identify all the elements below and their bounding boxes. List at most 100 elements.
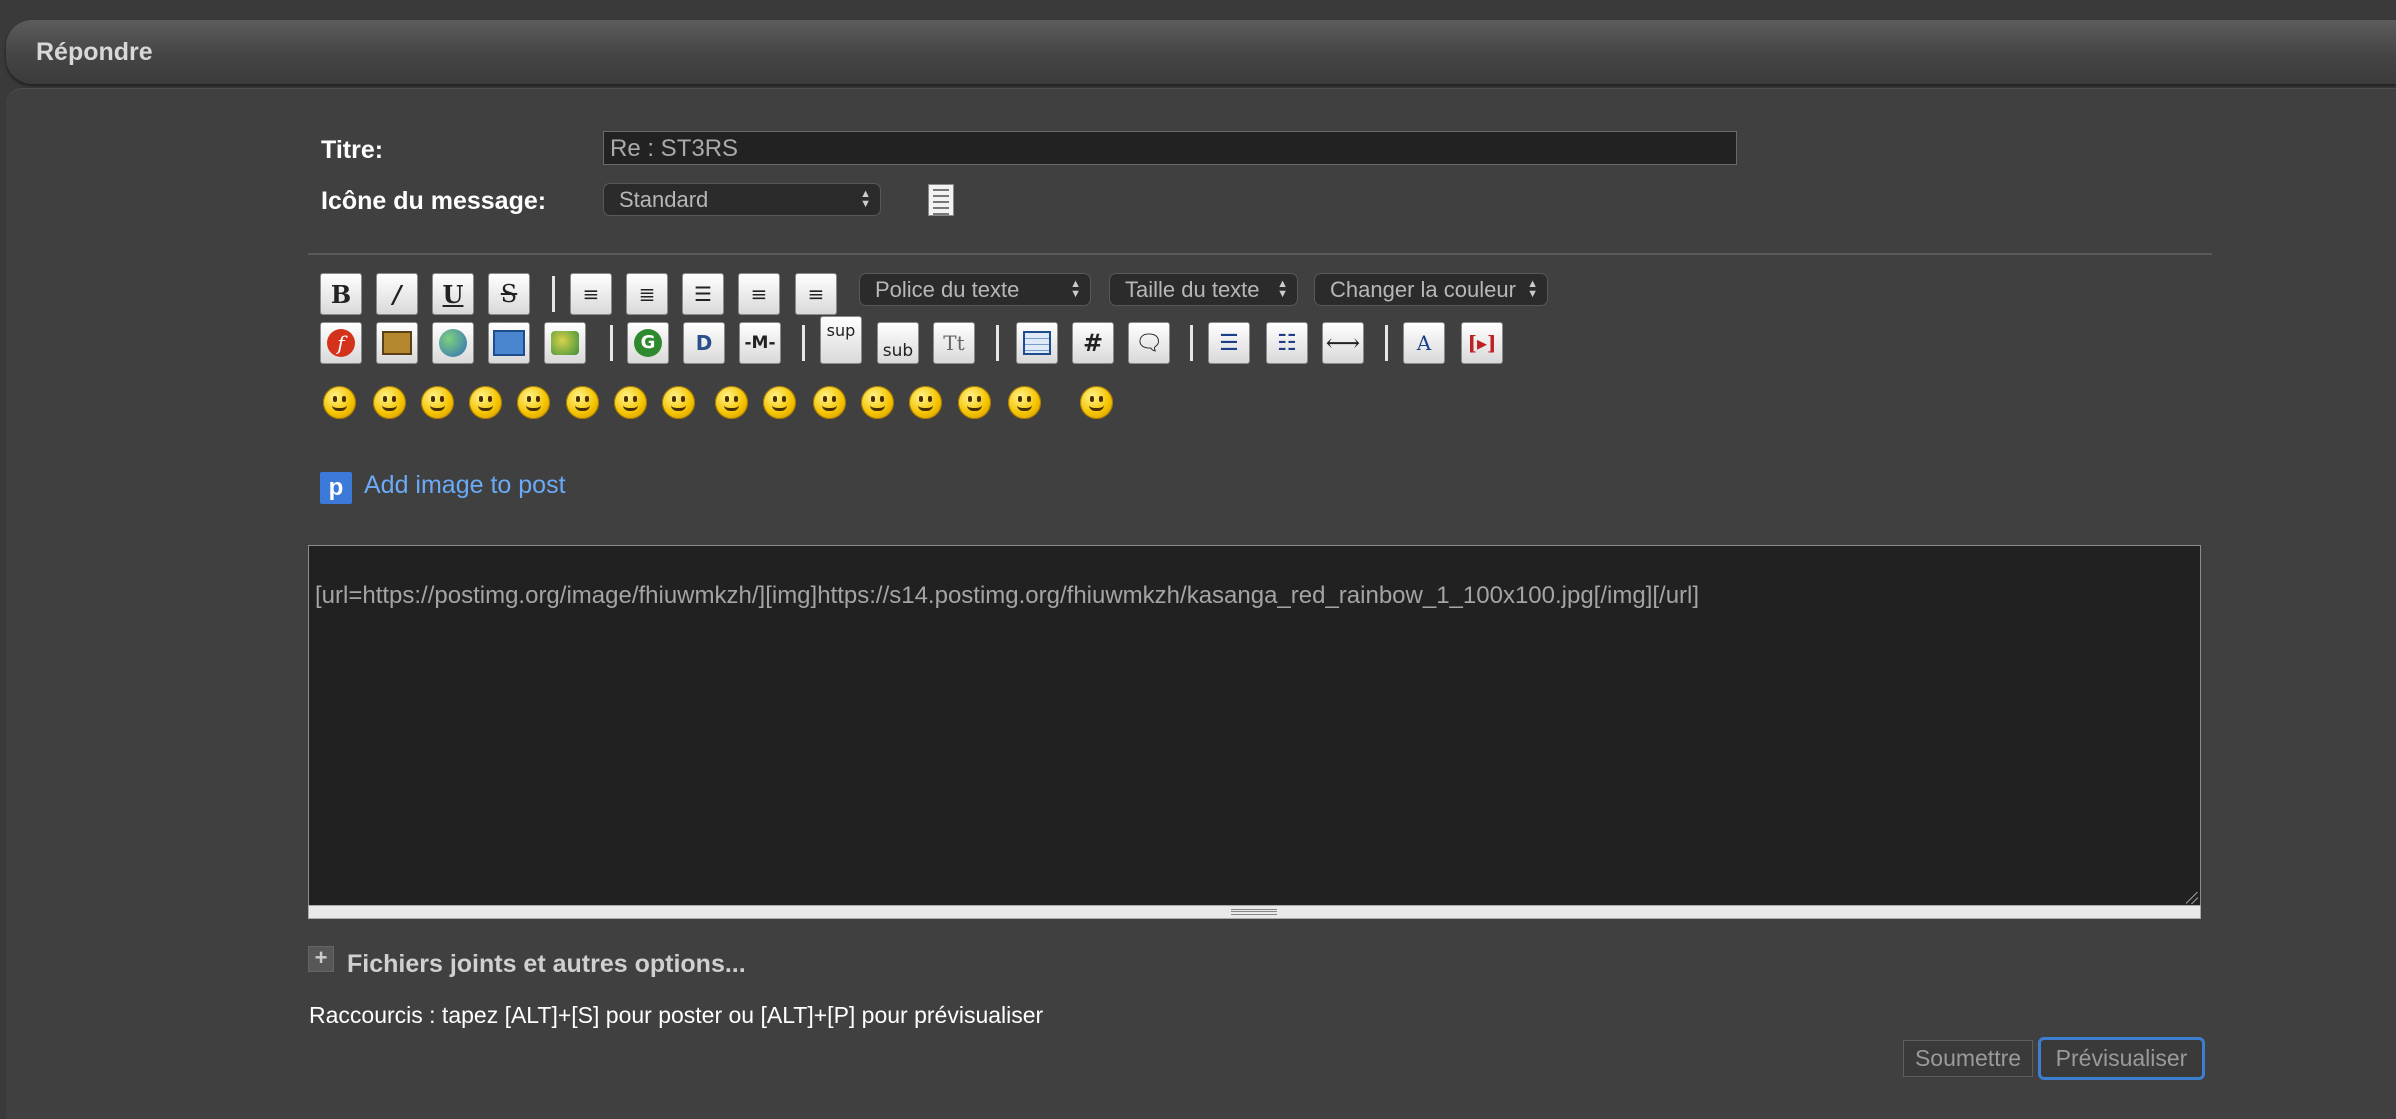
select-icon: [▸] [1467,331,1497,355]
email-button[interactable] [488,322,530,364]
flash-icon: f [327,329,355,357]
email-icon [493,330,525,356]
strike-icon: S [500,280,518,308]
text-color-select[interactable]: Changer la couleur ▲ ▼ [1314,273,1548,306]
flash-button[interactable]: f [320,322,362,364]
tongue-icon[interactable] [813,386,846,419]
font-family-select[interactable]: Police du texte ▲ ▼ [859,273,1091,306]
subscript-icon: sub [882,341,914,361]
superscript-button[interactable]: sup [820,316,862,364]
align-left-button[interactable]: ≡ [570,273,612,315]
font-button[interactable]: A [1403,322,1445,364]
superscript-icon: sup [826,321,856,340]
select-arrows-icon: ▲ ▼ [860,188,871,210]
subscript-button[interactable]: sub [877,322,919,364]
numbered-list-button[interactable]: ☷ [1266,322,1308,364]
hr-icon: -M- [744,333,776,353]
align-center-button[interactable]: ≡ [738,273,780,315]
message-icon-select-value: Standard [619,187,709,212]
wink-icon[interactable] [373,386,406,419]
table-icon [1023,331,1051,355]
teletype-button[interactable]: Tt [933,322,975,364]
message-icon-select[interactable]: Standard ▲ ▼ [603,183,881,216]
align-left-2-icon: ☰ [694,282,712,306]
crying-icon[interactable] [1080,386,1113,419]
nerd-icon[interactable] [715,386,748,419]
sad-icon[interactable] [566,386,599,419]
host-image-icon [551,331,579,355]
smile-icon[interactable] [323,386,356,419]
select-arrows-icon: ▲ ▼ [1070,278,1081,300]
underline-button[interactable]: U [432,273,474,315]
hr-button[interactable]: -M- [739,322,781,364]
toolbar-separator [996,325,999,361]
table-button[interactable] [1016,322,1058,364]
hash-icon: # [1082,329,1104,357]
image-button[interactable] [376,322,418,364]
font-size-select[interactable]: Taille du texte ▲ ▼ [1109,273,1298,306]
align-justify-button[interactable]: ≣ [626,273,668,315]
resize-handle-icon[interactable] [2186,892,2198,904]
align-left-2-button[interactable]: ☰ [682,273,724,315]
attachments-options-toggle[interactable]: Fichiers joints et autres options... [347,950,746,979]
bold-icon: B [330,279,352,309]
dailymotion-icon: D [695,331,713,355]
surprised-icon[interactable] [614,386,647,419]
horizontal-rule-icon: ⟷ [1325,329,1361,357]
title-label: Titre: [321,136,384,164]
divider [308,253,2212,255]
toolbar-separator [1385,325,1388,361]
quote-icon: 🗨 [1135,330,1163,356]
align-right-button[interactable]: ≡ [795,273,837,315]
link-globe-icon [439,329,467,357]
font-size-select-value: Taille du texte [1125,277,1260,302]
align-justify-icon: ≣ [638,282,656,306]
google-button[interactable]: G [627,322,669,364]
preview-button[interactable]: Prévisualiser [2038,1037,2205,1080]
link-button[interactable] [432,322,474,364]
select-button[interactable]: [▸] [1461,322,1503,364]
google-icon: G [634,329,662,357]
grimace-icon[interactable] [909,386,942,419]
toolbar-separator [610,325,613,361]
textarea-resize-bar[interactable] [308,905,2201,919]
font-family-select-value: Police du texte [875,277,1020,302]
section-title: Répondre [36,38,153,66]
underline-icon: U [442,279,464,309]
grin-icon[interactable] [421,386,454,419]
thinking-icon[interactable] [958,386,991,419]
italic-button[interactable]: / [376,273,418,315]
select-arrows-icon: ▲ ▼ [1277,278,1288,300]
hash-button[interactable]: # [1072,322,1114,364]
mad-icon[interactable] [517,386,550,419]
add-image-link[interactable]: Add image to post [364,471,566,500]
title-input[interactable]: Re : ST3RS [603,131,1737,165]
submit-button[interactable]: Soumettre [1903,1040,2033,1077]
align-right-icon: ≡ [807,282,825,306]
font-icon: A [1416,331,1432,355]
grip-icon [1231,909,1277,915]
bullet-list-icon: ☰ [1219,330,1239,356]
numbered-list-icon: ☷ [1277,330,1297,356]
select-arrows-icon: ▲ ▼ [1527,278,1538,300]
bullet-list-button[interactable]: ☰ [1208,322,1250,364]
strike-button[interactable]: S [488,273,530,315]
postimage-icon[interactable]: p [320,472,352,504]
text-color-select-value: Changer la couleur [1330,277,1516,302]
laugh-icon[interactable] [469,386,502,419]
horizontal-rule-button[interactable]: ⟷ [1322,322,1364,364]
cry-icon[interactable] [861,386,894,419]
dailymotion-button[interactable]: D [683,322,725,364]
message-content: [url=https://postimg.org/image/fhiuwmkzh… [315,582,1700,609]
quote-button[interactable]: 🗨 [1128,322,1170,364]
message-icon-label: Icône du message: [321,187,547,215]
align-left-icon: ≡ [582,282,600,306]
cool-icon[interactable] [662,386,695,419]
host-image-button[interactable] [544,322,586,364]
smile-2-icon[interactable] [1008,386,1041,419]
rolleyes-icon[interactable] [763,386,796,419]
bold-button[interactable]: B [320,273,362,315]
message-textarea[interactable]: [url=https://postimg.org/image/fhiuwmkzh… [308,545,2201,907]
toolbar-separator [1190,325,1193,361]
expand-plus-icon[interactable]: + [308,946,334,972]
